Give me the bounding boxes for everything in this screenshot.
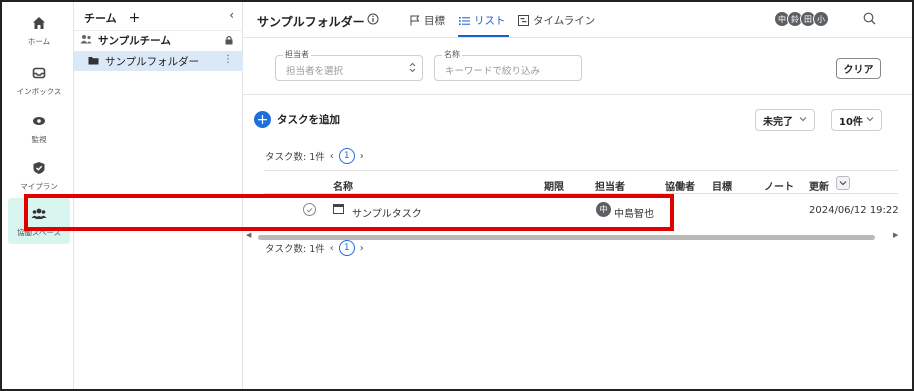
prev-page-button[interactable]: ‹ — [330, 243, 334, 254]
tab-goals[interactable]: 目標 — [410, 13, 445, 28]
tab-timeline[interactable]: タイムライン — [518, 13, 595, 28]
field-placeholder: キーワードで絞り込み — [445, 66, 541, 77]
collapse-panel-button[interactable]: ‹ — [229, 8, 234, 22]
flag-icon — [410, 15, 420, 26]
member-avatars[interactable]: 中 鈴 田 小 — [774, 11, 829, 27]
column-header-updated[interactable]: 更新 — [809, 178, 829, 193]
column-header-name[interactable]: 名称 — [333, 178, 353, 193]
tree-item-team[interactable]: サンプルチーム — [74, 30, 243, 50]
field-legend: 担当者 — [283, 49, 311, 60]
clear-button[interactable]: クリア — [836, 58, 881, 79]
info-icon[interactable] — [367, 13, 379, 28]
rail-item-home[interactable]: ホーム — [8, 8, 70, 52]
dropdown-value: 10件 — [839, 116, 863, 128]
rail-item-my-plan[interactable]: マイプラン — [8, 153, 70, 197]
check-badge-icon — [30, 159, 48, 177]
prev-page-button[interactable]: ‹ — [330, 151, 334, 162]
field-placeholder: 担当者を選択 — [286, 66, 344, 77]
rail-label: マイプラン — [20, 181, 58, 191]
tree-item-label: サンプルフォルダー — [105, 55, 200, 68]
column-header-note[interactable]: ノート — [764, 178, 794, 193]
column-header-assignee[interactable]: 担当者 — [595, 178, 625, 193]
tab-label: リスト — [474, 15, 506, 27]
task-count: タスク数: 1件 — [265, 152, 325, 163]
table-header: 名称 期限 担当者 協働者 目標 ノート 更新 — [264, 170, 898, 194]
page-size-dropdown[interactable]: 10件 — [831, 109, 882, 131]
active-tab-indicator — [458, 35, 509, 37]
page-title: サンプルフォルダー — [257, 15, 365, 29]
pager-bottom: タスク数: 1件 ‹ 1 › — [265, 240, 369, 256]
rail-label: 監視 — [31, 134, 47, 144]
timeline-icon — [518, 15, 529, 26]
assignee-select[interactable]: 担当者 担当者を選択 — [275, 49, 423, 81]
tree-header: チーム + — [84, 10, 140, 26]
name-filter-input[interactable]: 名称 キーワードで絞り込み — [434, 49, 582, 81]
next-page-button[interactable]: › — [360, 243, 364, 254]
lock-icon — [225, 35, 233, 48]
more-options-button[interactable]: ⋮ — [223, 54, 233, 65]
select-arrows-icon — [409, 62, 416, 76]
pager-top: タスク数: 1件 ‹ 1 › — [265, 148, 369, 164]
scroll-left-icon[interactable]: ◀ — [246, 231, 251, 239]
column-header-goal[interactable]: 目標 — [712, 178, 732, 193]
tree-item-label: サンプルチーム — [98, 35, 171, 47]
chevron-down-icon — [866, 115, 874, 125]
inbox-icon — [30, 64, 48, 82]
status-filter-dropdown[interactable]: 未完了 — [755, 109, 815, 131]
folder-icon — [88, 55, 99, 68]
task-count: タスク数: 1件 — [265, 244, 325, 255]
add-task-button[interactable]: + タスクを追加 — [254, 111, 340, 128]
tab-list[interactable]: リスト — [459, 13, 506, 28]
row-highlight-box — [24, 194, 674, 231]
filter-bar: 担当者 担当者を選択 名称 キーワードで絞り込み クリア — [243, 39, 912, 95]
people-icon — [80, 34, 92, 47]
dropdown-value: 未完了 — [763, 116, 793, 128]
home-icon — [30, 14, 48, 32]
tab-label: 目標 — [424, 15, 445, 27]
chevron-down-icon — [839, 181, 847, 186]
list-icon — [459, 16, 470, 26]
plus-icon: + — [254, 111, 271, 128]
tree-header-label: チーム — [84, 12, 117, 25]
page-number-button[interactable]: 1 — [338, 240, 355, 256]
chevron-down-icon — [799, 115, 807, 125]
next-page-button[interactable]: › — [360, 151, 364, 162]
field-legend: 名称 — [442, 49, 462, 60]
add-team-button[interactable]: + — [129, 10, 141, 26]
rail-item-inbox[interactable]: インボックス — [8, 58, 70, 102]
sort-toggle-button[interactable] — [836, 176, 850, 190]
page-number-button[interactable]: 1 — [338, 148, 355, 164]
column-header-collaborators[interactable]: 協働者 — [665, 178, 695, 193]
add-task-label: タスクを追加 — [277, 114, 340, 126]
eye-icon — [30, 112, 48, 130]
rail-item-watch[interactable]: 監視 — [8, 106, 70, 150]
task-updated: 2024/06/12 19:22 — [809, 205, 899, 216]
search-icon[interactable] — [863, 12, 876, 28]
tree-item-folder[interactable]: サンプルフォルダー ⋮ — [74, 51, 243, 71]
scroll-right-icon[interactable]: ▶ — [893, 231, 898, 239]
avatar: 小 — [813, 11, 829, 27]
column-header-due[interactable]: 期限 — [544, 178, 564, 193]
top-bar: サンプルフォルダー 目標 リスト タイムライン 中 鈴 田 小 — [243, 2, 912, 38]
rail-label: インボックス — [16, 86, 62, 96]
rail-label: ホーム — [27, 36, 51, 46]
tab-label: タイムライン — [533, 15, 596, 27]
